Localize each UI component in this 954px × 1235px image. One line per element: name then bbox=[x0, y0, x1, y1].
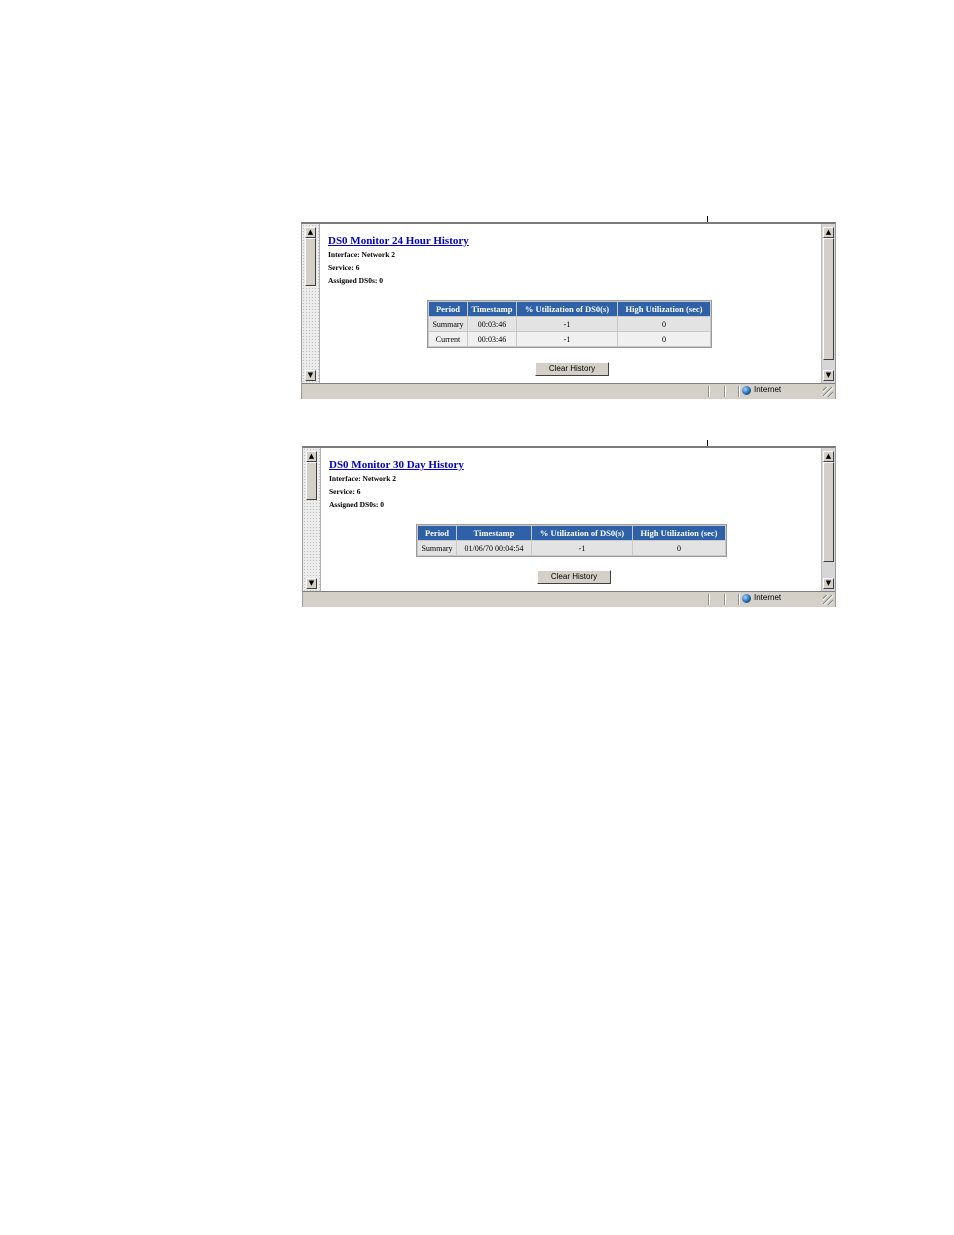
interface-label: Interface: Network 2 bbox=[329, 474, 397, 483]
service-label: Service: 6 bbox=[329, 487, 361, 496]
cell-high-utilization: 0 bbox=[618, 332, 710, 346]
scroll-thumb[interactable] bbox=[305, 238, 316, 286]
cell-timestamp: 00:03:46 bbox=[468, 332, 516, 346]
cell-period: Summary bbox=[429, 317, 467, 331]
page-title-link[interactable]: DS0 Monitor 24 Hour History bbox=[328, 234, 815, 248]
scroll-down-button[interactable]: ▼ bbox=[305, 370, 316, 381]
zone-label: Internet bbox=[754, 593, 782, 602]
globe-icon bbox=[742, 386, 751, 395]
cell-timestamp: 01/06/70 00:04:54 bbox=[457, 541, 531, 555]
right-scrollbar[interactable]: ▲ ▼ bbox=[821, 224, 835, 383]
column-header-high-utilization: High Utilization (sec) bbox=[618, 302, 710, 316]
cell-utilization: -1 bbox=[517, 332, 617, 346]
scroll-down-button[interactable]: ▼ bbox=[823, 578, 834, 589]
clear-history-button[interactable]: Clear History bbox=[535, 362, 609, 376]
status-divider bbox=[738, 386, 739, 397]
page-content: DS0 Monitor 30 Day History Interface: Ne… bbox=[329, 458, 815, 511]
resize-grip-icon[interactable] bbox=[823, 387, 833, 397]
scroll-up-button[interactable]: ▲ bbox=[306, 451, 317, 462]
status-divider bbox=[724, 386, 725, 397]
status-bar: Internet bbox=[303, 591, 835, 607]
table-row: Summary 00:03:46 -1 0 bbox=[429, 317, 710, 331]
history-table: Period Timestamp % Utilization of DS0(s)… bbox=[416, 524, 727, 557]
column-header-utilization: % Utilization of DS0(s) bbox=[532, 526, 632, 540]
cell-high-utilization: 0 bbox=[633, 541, 725, 555]
cell-timestamp: 00:03:46 bbox=[468, 317, 516, 331]
zone-label: Internet bbox=[754, 385, 782, 394]
scroll-thumb[interactable] bbox=[306, 462, 317, 500]
resize-grip-icon[interactable] bbox=[823, 595, 833, 605]
browser-window-30-day: ▲ ▼ ▲ ▼ DS0 Monitor 30 Day History Inter… bbox=[302, 446, 836, 607]
right-scrollbar[interactable]: ▲ ▼ bbox=[821, 448, 835, 591]
history-table: Period Timestamp % Utilization of DS0(s)… bbox=[427, 300, 712, 348]
browser-window-24-hour: ▲ ▼ ▲ ▼ DS0 Monitor 24 Hour History Inte… bbox=[301, 222, 836, 399]
assigned-ds0s-label: Assigned DS0s: 0 bbox=[329, 500, 385, 509]
table-header-row: Period Timestamp % Utilization of DS0(s)… bbox=[418, 526, 725, 540]
column-header-timestamp: Timestamp bbox=[457, 526, 531, 540]
service-label: Service: 6 bbox=[328, 263, 360, 272]
cell-period: Summary bbox=[418, 541, 456, 555]
scroll-down-button[interactable]: ▼ bbox=[823, 370, 834, 381]
left-scroll-rail: ▲ ▼ bbox=[302, 224, 320, 383]
table-row: Summary 01/06/70 00:04:54 -1 0 bbox=[418, 541, 725, 555]
clear-history-button[interactable]: Clear History bbox=[537, 570, 611, 584]
status-divider bbox=[708, 386, 709, 397]
scroll-up-button[interactable]: ▲ bbox=[823, 451, 834, 462]
status-bar: Internet bbox=[302, 383, 835, 399]
scroll-thumb[interactable] bbox=[823, 238, 834, 360]
column-header-high-utilization: High Utilization (sec) bbox=[633, 526, 725, 540]
status-divider bbox=[738, 594, 739, 605]
cell-high-utilization: 0 bbox=[618, 317, 710, 331]
column-header-period: Period bbox=[418, 526, 456, 540]
interface-label: Interface: Network 2 bbox=[328, 250, 396, 259]
assigned-ds0s-label: Assigned DS0s: 0 bbox=[328, 276, 384, 285]
status-divider bbox=[724, 594, 725, 605]
status-divider bbox=[708, 594, 709, 605]
column-header-timestamp: Timestamp bbox=[468, 302, 516, 316]
scroll-down-button[interactable]: ▼ bbox=[306, 578, 317, 589]
page-title-link[interactable]: DS0 Monitor 30 Day History bbox=[329, 458, 815, 472]
column-header-utilization: % Utilization of DS0(s) bbox=[517, 302, 617, 316]
cell-utilization: -1 bbox=[517, 317, 617, 331]
globe-icon bbox=[742, 594, 751, 603]
scroll-thumb[interactable] bbox=[823, 462, 834, 562]
table-header-row: Period Timestamp % Utilization of DS0(s)… bbox=[429, 302, 710, 316]
cell-utilization: -1 bbox=[532, 541, 632, 555]
page-content: DS0 Monitor 24 Hour History Interface: N… bbox=[328, 234, 815, 287]
table-row: Current 00:03:46 -1 0 bbox=[429, 332, 710, 346]
scroll-up-button[interactable]: ▲ bbox=[305, 227, 316, 238]
column-header-period: Period bbox=[429, 302, 467, 316]
scroll-up-button[interactable]: ▲ bbox=[823, 227, 834, 238]
cell-period: Current bbox=[429, 332, 467, 346]
left-scroll-rail: ▲ ▼ bbox=[303, 448, 321, 591]
